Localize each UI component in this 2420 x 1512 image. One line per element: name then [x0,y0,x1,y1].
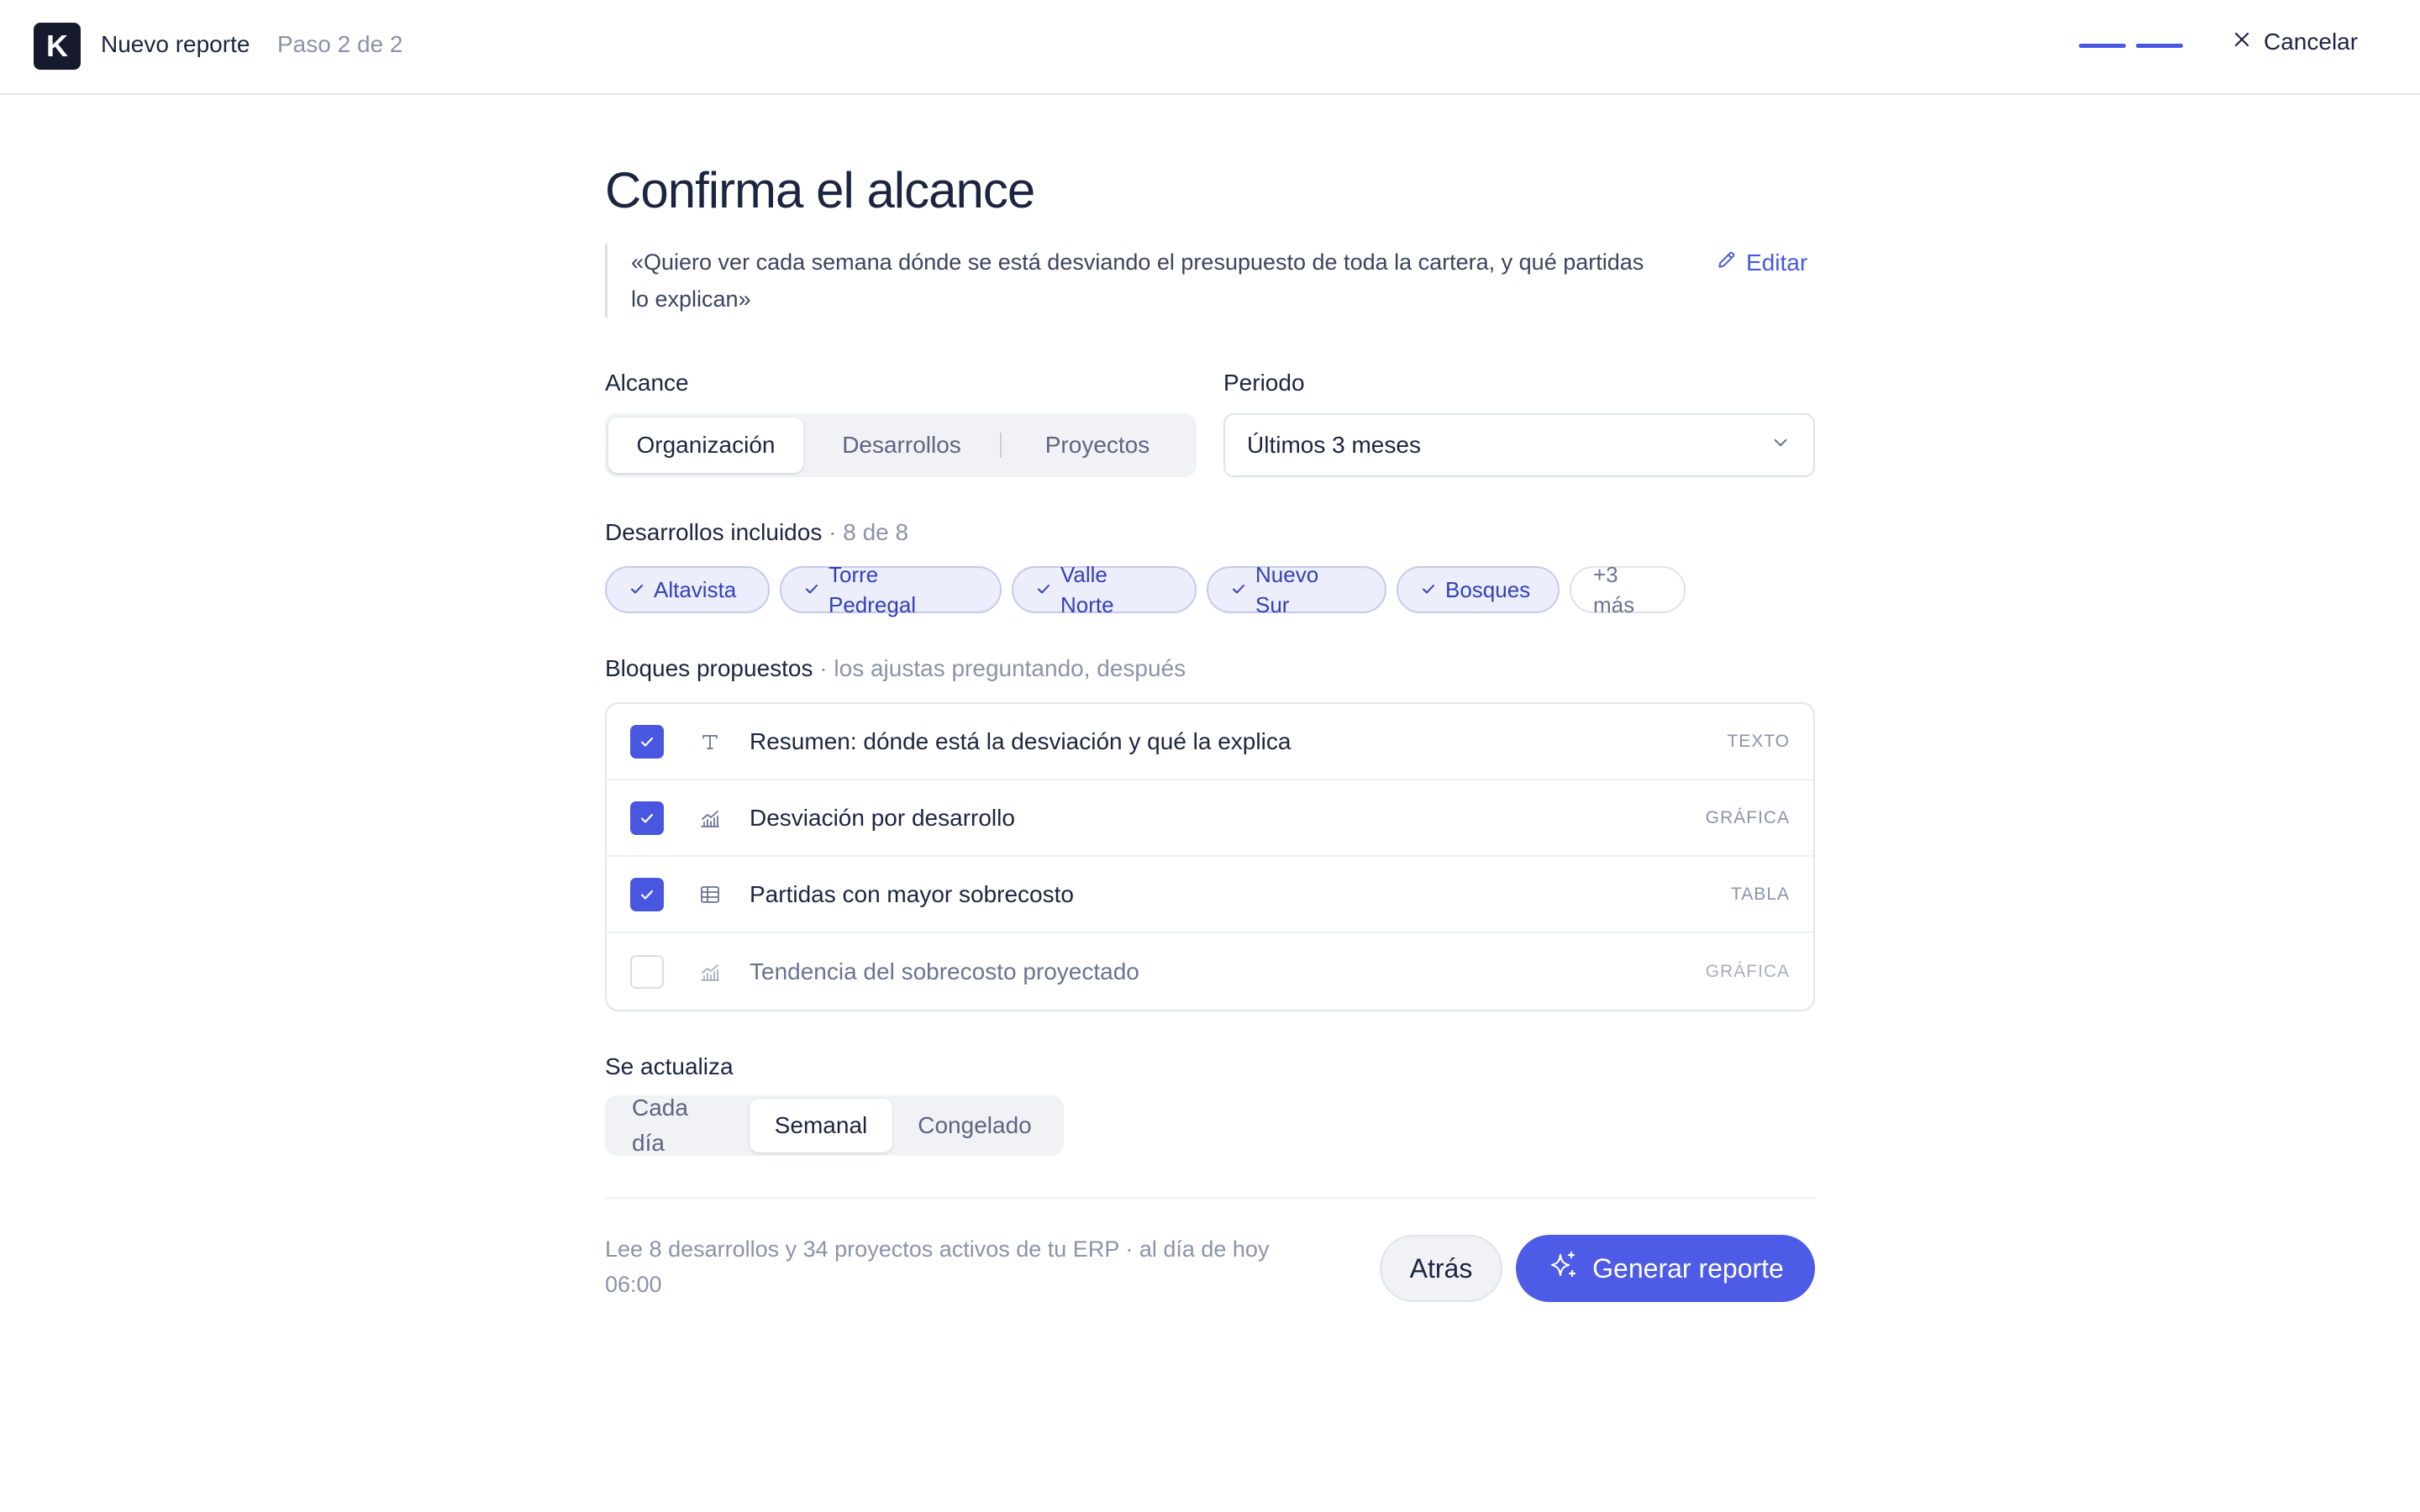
chart-icon [697,806,723,831]
developments-label: Desarrollos incluidos · 8 de 8 [605,519,908,546]
edit-prompt-button[interactable]: Editar [1716,249,1807,276]
block-type: GRÁFICA [1705,961,1790,981]
developments-count: · 8 de 8 [829,519,909,545]
data-source-note: Lee 8 desarrollos y 34 proyectos activos… [605,1236,1270,1297]
check-icon [1420,575,1437,605]
cancel-label: Cancelar [2264,29,2359,55]
scope-option-desarrollos[interactable]: Desarrollos [803,417,1000,473]
scope-segmented-control: Organización Desarrollos Proyectos [605,413,1197,477]
blocks-list: Resumen: dónde está la desviación y qué … [605,702,1815,1011]
scope-option-proyectos[interactable]: Proyectos [1002,417,1193,473]
chip-more-label: +3 más [1593,562,1635,617]
pencil-icon [1716,249,1738,276]
chip-nuevo-sur[interactable]: Nuevo Sur [1207,562,1386,617]
chip-label: Torre Pedregal [829,562,917,617]
chip-valle-norte[interactable]: Valle Norte [1012,562,1197,617]
scope-option-organizacion[interactable]: Organización [608,417,803,473]
block-type: TEXTO [1727,731,1790,751]
chip-label: Valle Norte [1060,562,1114,617]
block-title: Desviación por desarrollo [750,804,1015,831]
generate-label: Generar reporte [1592,1252,1784,1284]
scope-label: Alcance [605,370,689,396]
block-title: Partidas con mayor sobrecosto [750,880,1074,907]
period-select[interactable]: Últimos 3 meses [1223,413,1815,477]
chip-altavista[interactable]: Altavista [605,566,770,613]
check-icon [629,575,645,605]
block-row[interactable]: Partidas con mayor sobrecosto TABLA [607,857,1813,933]
wizard-step: Paso 2 de 2 [277,31,403,57]
check-icon [1230,575,1247,605]
frequency-option-cada-dia[interactable]: Cada día [608,1095,750,1156]
back-button[interactable]: Atrás [1380,1235,1502,1302]
block-checkbox[interactable] [630,724,664,759]
chip-show-more[interactable]: +3 más [1570,562,1686,617]
text-icon [697,729,723,754]
frequency-label: Se actualiza [605,1053,734,1079]
block-title: Tendencia del sobrecosto proyectado [750,958,1139,984]
progress-segment-2 [2136,44,2183,48]
check-icon [1035,575,1052,605]
chip-label: Altavista [654,577,737,602]
frequency-option-label: Cada día [632,1095,688,1156]
chip-label: Nuevo Sur [1255,562,1319,617]
frequency-segmented-control: Cada día Semanal Congelado [605,1095,1064,1156]
block-checkbox[interactable] [630,801,664,835]
generate-report-button[interactable]: Generar reporte [1516,1235,1815,1302]
progress-segment-1 [2079,44,2126,48]
chip-torre-pedregal[interactable]: Torre Pedregal [780,562,1002,617]
developments-title: Desarrollos incluidos [605,519,823,545]
top-bar: K Nuevo reporte Paso 2 de 2 Cancelar [0,0,2420,95]
block-title: Resumen: dónde está la desviación y qué … [750,727,1292,754]
check-icon [803,575,820,605]
chevron-down-icon [1770,432,1791,459]
block-type: TABLA [1731,884,1790,904]
close-icon [2232,29,2252,55]
page-title: Confirma el alcance [605,162,1035,218]
sparkles-icon [1547,1248,1581,1289]
table-icon [697,882,723,907]
prompt-quote: «Quiero ver cada semana dónde se está de… [605,244,1647,318]
blocks-label: Bloques propuestos · los ajustas pregunt… [605,655,1186,682]
app-logo: K [34,23,81,70]
edit-label: Editar [1746,249,1808,276]
chart-icon [697,959,723,984]
cancel-button[interactable]: Cancelar [2232,29,2358,55]
block-row[interactable]: Tendencia del sobrecosto proyectado GRÁF… [607,933,1813,1010]
wizard-title: Nuevo reporte [101,31,250,57]
frequency-option-congelado[interactable]: Congelado [892,1099,1057,1152]
block-row[interactable]: Desviación por desarrollo GRÁFICA [607,780,1813,857]
step-progress [2079,44,2183,48]
blocks-title: Bloques propuestos [605,655,813,681]
block-type: GRÁFICA [1705,807,1790,827]
block-row[interactable]: Resumen: dónde está la desviación y qué … [607,704,1813,780]
block-checkbox[interactable] [630,877,664,911]
period-label: Periodo [1223,370,1305,396]
footer-divider [605,1197,1815,1199]
block-checkbox[interactable] [630,954,664,989]
chip-label: Bosques [1445,577,1531,602]
blocks-hint: · los ajustas preguntando, después [819,655,1186,681]
chip-bosques[interactable]: Bosques [1397,566,1560,613]
developments-chips: Altavista Torre Pedregal Valle Norte Nue… [605,562,1686,617]
period-value: Últimos 3 meses [1247,432,1421,458]
frequency-option-semanal[interactable]: Semanal [750,1099,892,1152]
logo-letter: K [46,29,68,63]
